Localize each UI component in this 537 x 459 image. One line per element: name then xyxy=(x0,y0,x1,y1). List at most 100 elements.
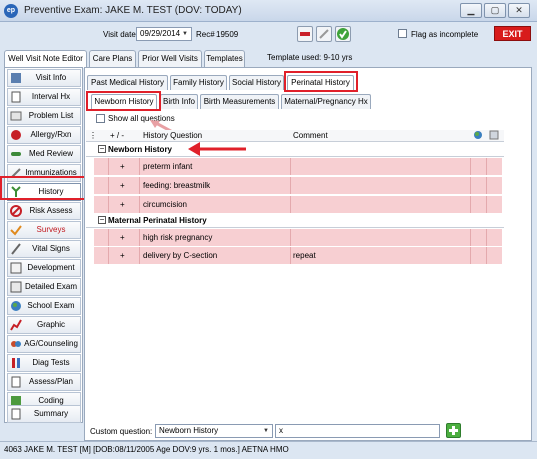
custom-question-value: Newborn History xyxy=(159,426,219,435)
app-logo-icon: ep xyxy=(4,4,18,18)
sidebar-item-label: Interval Hx xyxy=(31,92,71,101)
thermometer-icon xyxy=(10,243,22,255)
section-title: Newborn History xyxy=(108,145,173,154)
menu-icon[interactable]: ⋮ xyxy=(89,131,97,140)
sidebar-item-interval-hx[interactable]: Interval Hx xyxy=(7,88,81,106)
exit-button[interactable]: EXIT xyxy=(494,26,531,41)
sidebar-item-graphic[interactable]: Graphic xyxy=(7,316,81,334)
tab-maternal-pregnancy-hx[interactable]: Maternal/Pregnancy Hx xyxy=(281,94,371,109)
sidebar-item-school-exam[interactable]: School Exam xyxy=(7,297,81,315)
table-row[interactable]: + feeding: breastmilk xyxy=(94,177,502,195)
sidebar: Visit Info Interval Hx Problem List Alle… xyxy=(4,67,83,423)
delete-icon[interactable] xyxy=(297,26,313,42)
column-comment: Comment xyxy=(293,131,328,140)
history-question: circumcision xyxy=(143,200,188,209)
history-question: high risk pregnancy xyxy=(143,233,213,242)
sidebar-item-label: Diag Tests xyxy=(32,358,70,367)
tab-birth-info[interactable]: Birth Info xyxy=(160,94,198,109)
history-question: delivery by C-section xyxy=(143,251,218,260)
sidebar-item-vital-signs[interactable]: Vital Signs xyxy=(7,240,81,258)
section-newborn-history: − Newborn History xyxy=(86,143,504,157)
plus-icon[interactable]: + xyxy=(120,247,125,264)
counseling-icon xyxy=(10,338,22,350)
comment-cell[interactable]: repeat xyxy=(293,247,316,264)
sidebar-item-label: Surveys xyxy=(36,225,66,234)
tab-social-history[interactable]: Social History xyxy=(229,75,284,90)
sidebar-item-label: AG/Counseling xyxy=(24,339,78,348)
sidebar-item-label: School Exam xyxy=(27,301,75,310)
close-window-button[interactable]: ✕ xyxy=(508,3,530,18)
sidebar-item-detailed-exam[interactable]: Detailed Exam xyxy=(7,278,81,296)
highlight-newborn-box xyxy=(86,91,161,111)
sidebar-item-surveys[interactable]: Surveys xyxy=(7,221,81,239)
maximize-button[interactable]: ▢ xyxy=(484,3,506,18)
plus-icon[interactable]: + xyxy=(120,177,125,194)
template-used-label: Template used: 9-10 yrs xyxy=(267,53,353,62)
visit-date-dropdown[interactable]: 09/29/2014 ▼ xyxy=(136,27,192,41)
globe-icon[interactable] xyxy=(473,130,483,142)
risk-icon xyxy=(10,205,22,217)
medication-icon xyxy=(10,148,22,160)
plus-icon[interactable]: + xyxy=(120,196,125,213)
rec-number: 19509 xyxy=(216,30,239,39)
sidebar-item-visit-info[interactable]: Visit Info xyxy=(7,69,81,87)
survey-icon xyxy=(10,224,22,236)
clipboard-icon xyxy=(10,376,22,388)
sidebar-item-label: Visit Info xyxy=(35,73,67,82)
tab-birth-measurements[interactable]: Birth Measurements xyxy=(200,94,279,109)
table-row[interactable]: + circumcision xyxy=(94,196,502,214)
table-row[interactable]: + high risk pregnancy xyxy=(94,229,502,247)
sidebar-item-development[interactable]: Development xyxy=(7,259,81,277)
status-bar: 4063 JAKE M. TEST [M] [DOB:08/11/2005 Ag… xyxy=(0,441,537,459)
sidebar-item-label: Med Review xyxy=(28,149,73,158)
history-question: preterm infant xyxy=(143,162,193,171)
visit-info-icon xyxy=(10,72,22,84)
collapse-toggle[interactable]: − xyxy=(98,216,106,224)
history-question: feeding: breastmilk xyxy=(143,181,211,190)
test-tubes-icon xyxy=(10,357,22,369)
sidebar-item-label: Risk Assess xyxy=(29,206,73,215)
tab-well-visit-note-editor[interactable]: Well Visit Note Editor xyxy=(4,50,87,68)
globe-icon xyxy=(10,300,22,312)
flag-incomplete-checkbox[interactable] xyxy=(398,29,407,38)
tab-past-medical-history[interactable]: Past Medical History xyxy=(87,75,168,90)
collapse-toggle[interactable]: − xyxy=(98,145,106,153)
sidebar-item-problem-list[interactable]: Problem List xyxy=(7,107,81,125)
rec-label: Rec# xyxy=(196,30,215,39)
sidebar-item-label: Detailed Exam xyxy=(24,282,78,291)
sidebar-item-summary[interactable]: Summary xyxy=(7,405,81,423)
sidebar-item-assess-plan[interactable]: Assess/Plan xyxy=(7,373,81,391)
section-maternal-perinatal-history: − Maternal Perinatal History xyxy=(86,214,504,228)
document-icon xyxy=(10,91,22,103)
sidebar-item-risk-assess[interactable]: Risk Assess xyxy=(7,202,81,220)
sidebar-item-label: Allergy/Rxn xyxy=(30,130,72,139)
tab-prior-well-visits[interactable]: Prior Well Visits xyxy=(138,50,202,67)
development-icon xyxy=(10,262,22,274)
settings-icon[interactable] xyxy=(489,130,499,142)
plus-icon[interactable]: + xyxy=(120,229,125,246)
table-row[interactable]: + preterm infant xyxy=(94,158,502,176)
custom-question-label: Custom question: xyxy=(90,427,153,436)
sidebar-item-allergy-rxn[interactable]: Allergy/Rxn xyxy=(7,126,81,144)
custom-question-text-field[interactable]: x xyxy=(275,424,440,438)
table-row[interactable]: + delivery by C-section repeat xyxy=(94,247,502,265)
plus-icon[interactable]: + xyxy=(120,158,125,175)
minimize-button[interactable]: ▁ xyxy=(460,3,482,18)
clear-x[interactable]: x xyxy=(279,426,283,435)
tab-care-plans[interactable]: Care Plans xyxy=(89,50,136,67)
sidebar-item-diag-tests[interactable]: Diag Tests xyxy=(7,354,81,372)
sidebar-item-ag-counseling[interactable]: AG/Counseling xyxy=(7,335,81,353)
edit-icon[interactable] xyxy=(316,26,332,42)
annotation-arrow-newborn-history xyxy=(188,142,246,156)
section-title: Maternal Perinatal History xyxy=(108,216,207,225)
visit-date-label: Visit date: xyxy=(103,30,138,39)
check-icon[interactable] xyxy=(335,26,351,42)
growth-chart-icon xyxy=(10,319,22,331)
tab-family-history[interactable]: Family History xyxy=(170,75,227,90)
custom-question-dropdown[interactable]: Newborn History ▼ xyxy=(155,424,273,438)
sidebar-item-med-review[interactable]: Med Review xyxy=(7,145,81,163)
add-question-button[interactable] xyxy=(446,423,461,438)
sidebar-item-label: Graphic xyxy=(36,320,65,329)
show-all-questions-checkbox[interactable] xyxy=(96,114,105,123)
tab-templates[interactable]: Templates xyxy=(204,50,245,67)
